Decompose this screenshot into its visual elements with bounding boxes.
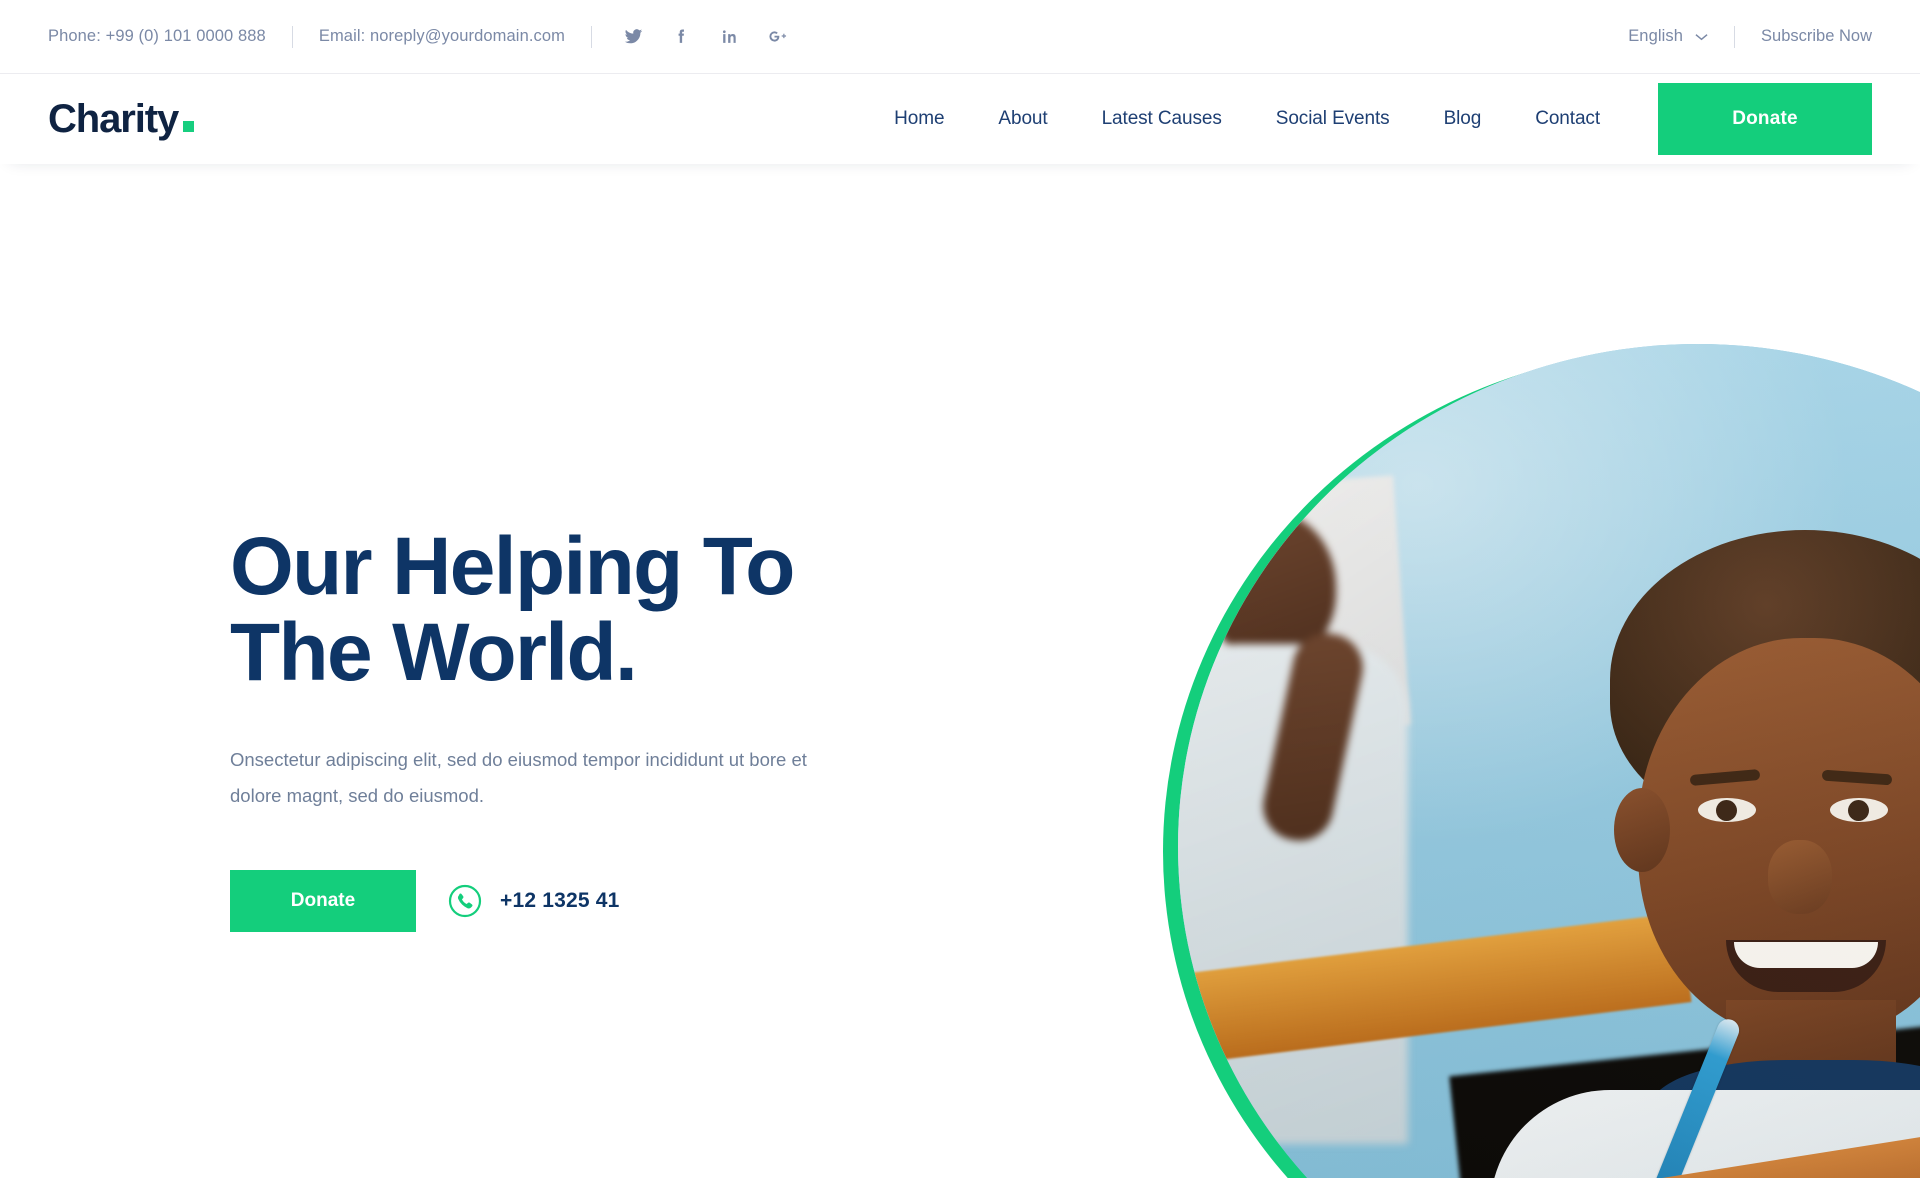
logo-dot-icon xyxy=(183,121,195,132)
logo-text: Charity xyxy=(48,97,179,141)
nav-item-about[interactable]: About xyxy=(998,108,1047,130)
divider xyxy=(291,25,293,48)
page-root: Phone: +99 (0) 101 0000 888 Email: norep… xyxy=(0,0,1920,1178)
header-donate-button[interactable]: Donate xyxy=(1658,83,1872,155)
logo[interactable]: Charity xyxy=(48,97,195,141)
social-links xyxy=(622,26,788,48)
top-bar: Phone: +99 (0) 101 0000 888 Email: norep… xyxy=(0,0,1920,74)
hero-image xyxy=(1178,344,1920,1178)
divider xyxy=(1734,25,1736,48)
foreground-student xyxy=(1490,530,1920,1178)
phone-text: Phone: +99 (0) 101 0000 888 xyxy=(48,27,266,45)
nav-item-home[interactable]: Home xyxy=(894,108,944,130)
student-nose xyxy=(1768,840,1832,914)
twitter-icon[interactable] xyxy=(622,26,644,48)
subscribe-link[interactable]: Subscribe Now xyxy=(1761,27,1872,46)
student-eye-right xyxy=(1830,798,1888,822)
hero-subtitle: Onsectetur adipiscing elit, sed do eiusm… xyxy=(230,749,807,807)
hero-title: Our Helping To The World. xyxy=(230,521,795,699)
linkedin-icon[interactable] xyxy=(718,26,740,48)
student-ear xyxy=(1614,788,1670,872)
hero-donate-button[interactable]: Donate xyxy=(230,870,416,933)
language-label: English xyxy=(1628,27,1684,45)
top-bar-right: English Subscribe Now xyxy=(1628,25,1872,48)
hero-copy: Our Helping To The World. Onsectetur adi… xyxy=(230,521,990,933)
chevron-down-icon xyxy=(1695,33,1708,41)
hero-phone-block[interactable]: +12 1325 41 xyxy=(448,884,620,918)
nav-item-contact[interactable]: Contact xyxy=(1535,108,1600,130)
divider xyxy=(591,25,593,48)
language-selector[interactable]: English xyxy=(1628,27,1708,46)
email-text: Email: noreply@yourdomain.com xyxy=(318,27,566,45)
phone-call-icon xyxy=(448,884,482,918)
nav-item-latest-causes[interactable]: Latest Causes xyxy=(1102,108,1222,130)
hero-actions: Donate +12 1325 41 xyxy=(230,870,990,933)
facebook-icon[interactable] xyxy=(670,26,692,48)
site-header: Charity Home About Latest Causes Social … xyxy=(0,74,1920,164)
nav-item-social-events[interactable]: Social Events xyxy=(1276,108,1390,130)
hero-phone-number: +12 1325 41 xyxy=(500,889,620,913)
hero-section: Our Helping To The World. Onsectetur adi… xyxy=(0,164,1920,1178)
google-plus-icon[interactable] xyxy=(766,26,788,48)
student-eye-left xyxy=(1698,798,1756,822)
top-bar-left: Phone: +99 (0) 101 0000 888 Email: norep… xyxy=(48,25,788,48)
student-teeth xyxy=(1734,942,1878,968)
classroom-scene xyxy=(1178,344,1920,1178)
main-navigation: Home About Latest Causes Social Events B… xyxy=(894,108,1658,130)
nav-item-blog[interactable]: Blog xyxy=(1444,108,1482,130)
